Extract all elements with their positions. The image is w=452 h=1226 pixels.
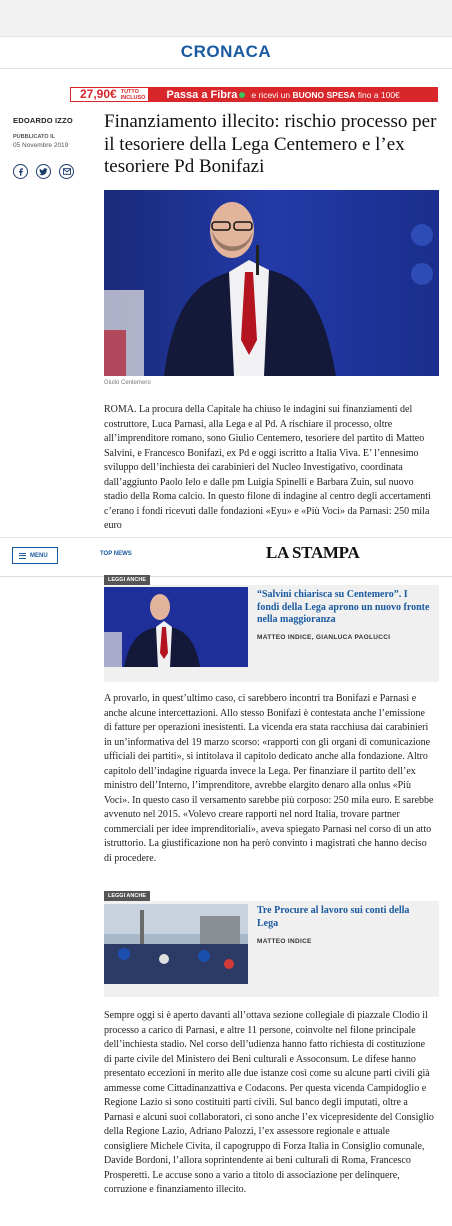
section-title[interactable]: CRONACA — [0, 36, 452, 68]
twitter-icon — [39, 167, 48, 175]
twitter-share-button[interactable] — [36, 164, 51, 179]
ad-rest-suffix: fino a 100€ — [357, 89, 400, 100]
related-article-authors: MATTEO INDICE — [257, 938, 312, 945]
photo-caption: Giulio Centemero — [104, 380, 151, 386]
section-divider — [0, 68, 452, 69]
ad-main-text: Passa a Fibra — [166, 88, 238, 101]
ad-rest-text: e ricevi un BUONO SPESA fino a 100€ — [251, 90, 399, 100]
article-author[interactable]: EDOARDO IZZO — [13, 116, 73, 125]
published-date: 05 Novembre 2019 — [13, 142, 69, 149]
ad-banner[interactable]: 27,90€ TUTTO INCLUSO Passa a Fibra e ric… — [70, 87, 438, 102]
top-news-link[interactable]: TOP NEWS — [100, 551, 132, 557]
ad-rest-bold: BUONO SPESA — [292, 89, 356, 100]
article-paragraph: Sempre oggi si è aperto davanti all’otta… — [104, 1010, 434, 1195]
related-article-card[interactable]: Tre Procure al lavoro sui conti della Le… — [104, 901, 439, 997]
related-article-card[interactable]: “Salvini chiarisca su Centemero”. I fond… — [104, 585, 439, 682]
speaker-photo-illustration — [104, 190, 439, 376]
crowd-thumbnail-illustration — [104, 904, 248, 984]
ad-dot-icon — [239, 91, 246, 98]
speaker-thumbnail-illustration — [104, 587, 248, 667]
article-photo — [104, 190, 439, 376]
related-tag: LEGGI ANCHE — [104, 575, 150, 585]
facebook-share-button[interactable] — [13, 164, 28, 179]
email-icon — [62, 168, 71, 175]
menu-button[interactable]: MENU — [12, 547, 58, 564]
site-logo[interactable]: LA STAMPA — [266, 543, 360, 563]
top-bar — [0, 0, 452, 37]
article-paragraph: A provarlo, in quest’ultimo caso, ci sar… — [104, 693, 434, 864]
article-paragraph: ROMA. La procura della Capitale ha chius… — [104, 404, 431, 531]
ad-price-tag-line2: INCLUSO — [120, 94, 146, 101]
sticky-navbar: MENU TOP NEWS LA STAMPA — [0, 537, 452, 577]
related-article-image — [104, 904, 248, 984]
ad-rest-prefix: e ricevi un — [251, 89, 291, 100]
ad-price-tag: TUTTO INCLUSO — [119, 88, 149, 101]
email-share-button[interactable] — [59, 164, 74, 179]
related-article-title[interactable]: Tre Procure al lavoro sui conti della Le… — [257, 905, 432, 930]
menu-label: MENU — [30, 552, 48, 559]
related-article-title[interactable]: “Salvini chiarisca su Centemero”. I fond… — [257, 589, 432, 627]
published-label: PUBBLICATO IL — [13, 134, 55, 140]
facebook-icon — [18, 167, 23, 176]
related-tag: LEGGI ANCHE — [104, 891, 150, 901]
related-article-authors: MATTEO INDICE, GIANLUCA PAOLUCCI — [257, 634, 391, 641]
article-headline: Finanziamento illecito: rischio processo… — [104, 111, 437, 177]
hamburger-icon — [19, 552, 26, 559]
ad-price: 27,90€ — [71, 88, 120, 101]
related-article-image — [104, 587, 248, 667]
